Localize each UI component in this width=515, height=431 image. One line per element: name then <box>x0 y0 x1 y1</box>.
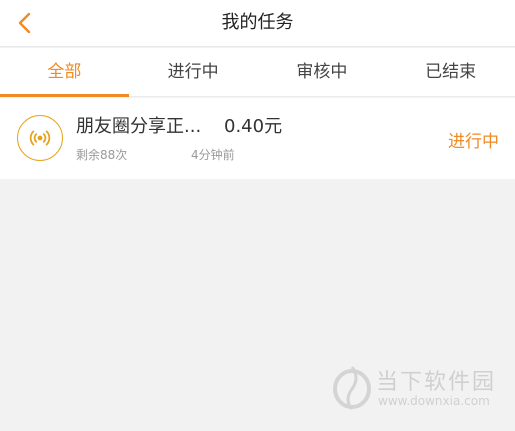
tab-under-review[interactable]: 审核中 <box>258 48 387 96</box>
watermark-logo-icon <box>333 366 371 410</box>
tab-bar: 全部 进行中 审核中 已结束 <box>0 48 515 97</box>
task-card[interactable]: 朋友圈分享正... 0.40元 剩余88次 4分钟前 进行中 <box>0 98 515 179</box>
watermark-url: www.downxia.com <box>378 394 490 408</box>
page-title: 我的任务 <box>221 12 294 33</box>
header: 我的任务 <box>0 0 515 47</box>
back-button[interactable] <box>10 8 40 38</box>
task-time: 4分钟前 <box>191 148 235 162</box>
task-list: 朋友圈分享正... 0.40元 剩余88次 4分钟前 进行中 <box>0 98 515 179</box>
task-price: 0.40元 <box>224 116 283 137</box>
share-signal-icon <box>17 115 63 161</box>
tab-ended[interactable]: 已结束 <box>386 48 515 96</box>
tab-all[interactable]: 全部 <box>0 48 129 97</box>
tab-in-progress[interactable]: 进行中 <box>129 48 258 96</box>
task-status: 进行中 <box>448 132 499 152</box>
watermark-text: 当下软件园 <box>376 370 497 395</box>
task-title: 朋友圈分享正... <box>76 116 202 137</box>
chevron-left-icon <box>18 12 31 34</box>
screen: 我的任务 全部 进行中 审核中 已结束 朋友圈分享正... 0.40元 剩余88… <box>0 0 515 431</box>
task-remaining-count: 剩余88次 <box>76 148 128 162</box>
watermark: 当下软件园 www.downxia.com <box>330 360 510 416</box>
